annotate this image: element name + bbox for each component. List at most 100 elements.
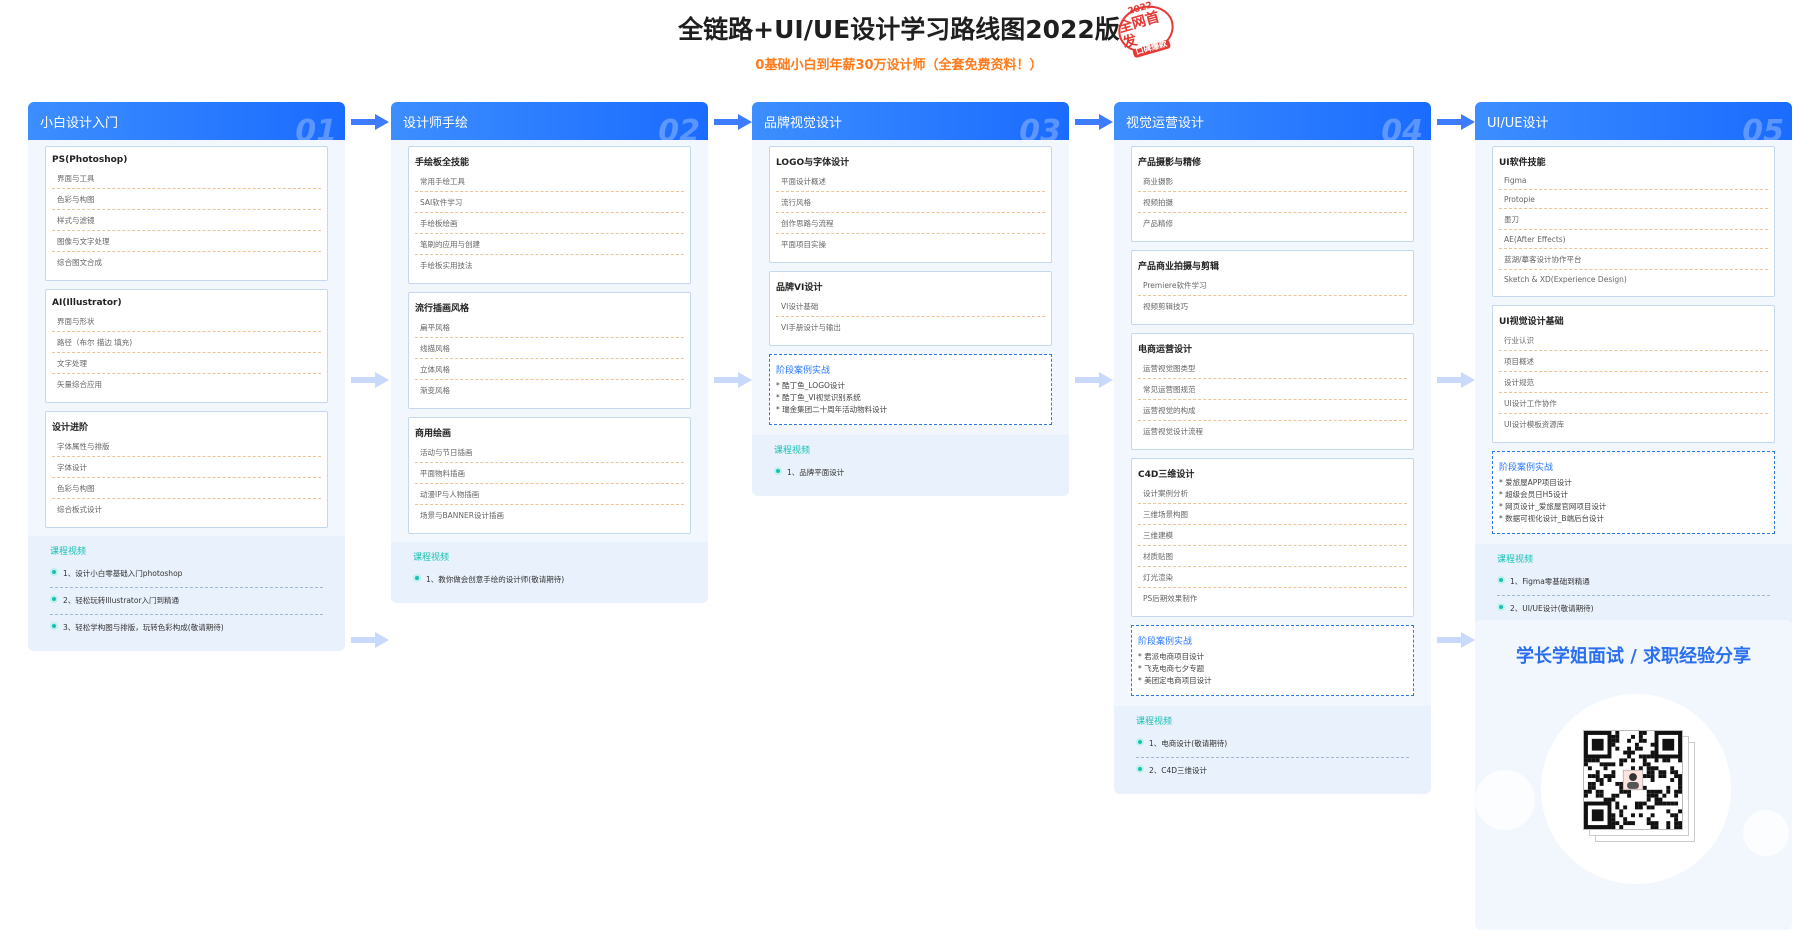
course-video-link[interactable]: 2、轻松玩转Illustrator入门到精通 [50,588,323,615]
practice-item: * 飞克电商七夕专题 [1138,664,1205,673]
course-video-label: 2、C4D三维设计 [1149,766,1208,775]
stage-column-1: 小白设计入门 01 PS(Photoshop) 界面与工具 色彩与构图 样式与滤镜 图像与文… [28,102,345,651]
topic-item: 扁平风格 [415,317,684,338]
topic-item: 创作思路与流程 [776,213,1045,234]
topic-item: 设计规范 [1499,372,1768,393]
topic-item: 路径（布尔 描边 填充) [52,332,321,353]
practice-title: 阶段案例实战 [1138,637,1193,647]
stage-body: 手绘板全技能 常用手绘工具 SAI软件学习 手绘板绘画 笔刷的应用与创建 手绘板实用技法流… [391,140,708,603]
stage-title: 视觉运营设计 [1126,116,1205,131]
topic-item: 平面设计概述 [776,171,1045,192]
course-video-label: 1、Figma零基础到精通 [1510,577,1590,586]
bubble-decoration [1475,770,1535,830]
stage-header: 小白设计入门 01 [28,102,345,140]
course-videos: 课程视频 1、品牌平面设计 [752,435,1069,496]
skill-module: 产品商业拍摄与剪辑 Premiere软件学习 视频剪辑技巧 [1131,250,1414,325]
stage-title: UI/UE设计 [1487,116,1549,131]
course-video-link[interactable]: 1、品牌平面设计 [774,460,1047,486]
topic-item: 常用手绘工具 [415,171,684,192]
course-video-label: 1、教你做会创意手绘的设计师(敬请期待) [426,575,565,584]
bubble-decoration [1743,810,1789,856]
topic-item: 场景与BANNER设计插画 [420,511,504,520]
topic-item: 活动与节日插画 [415,442,684,463]
interview-share-panel: 学长学姐面试 / 求职经验分享 [1475,620,1792,930]
topic-item: 运营视觉的构成 [1138,400,1407,421]
practice-item: * 酷丁鱼_VI视觉识别系统 [776,393,861,402]
course-video-link[interactable]: 2、C4D三维设计 [1136,758,1409,784]
course-video-label: 2、UI/UE设计(敬请期待) [1510,604,1594,613]
topic-item: 行业认识 [1499,330,1768,351]
stage-body: PS(Photoshop) 界面与工具 色彩与构图 样式与滤镜 图像与文字处理 综合图文合… [28,140,345,651]
topic-item: 字体属性与排版 [52,436,321,457]
flow-arrow-icon [351,372,389,388]
course-video-link[interactable]: 1、Figma零基础到精通 [1497,569,1770,596]
course-videos-title: 课程视频 [413,553,450,563]
course-video-label: 2、轻松玩转Illustrator入门到精通 [63,596,180,605]
topic-item: 字体设计 [52,457,321,478]
topic-item: 文字处理 [52,353,321,374]
stage-title: 设计师手绘 [403,116,469,131]
bullet-dot-icon [774,467,782,475]
course-videos-title: 课程视频 [1497,555,1534,565]
module-title: C4D三维设计 [1138,470,1195,480]
skill-module: AI(Illustrator) 界面与形状 路径（布尔 描边 填充) 文字处理 矢量综合… [45,289,328,403]
stage-body: 产品摄影与精修 商业摄影 视频拍摄 产品精修 产品商业拍摄与剪辑 Premiere软件学习… [1114,140,1431,794]
module-title: 流行插画风格 [415,304,470,314]
topic-item: 色彩与构图 [52,189,321,210]
flow-arrow-icon [1437,372,1475,388]
topic-item: 动漫IP与人物插画 [415,484,684,505]
module-title: 设计进阶 [52,423,89,433]
topic-item: VI设计基础 [776,296,1045,317]
stage-number: 05 [1742,114,1784,140]
topic-item: 线描风格 [415,338,684,359]
practice-title: 阶段案例实战 [776,366,831,376]
practice-item: * 美团定电商项目设计 [1138,676,1212,685]
course-video-label: 1、设计小白零基础入门photoshop [63,569,183,578]
topic-item: 运营视觉图类型 [1138,358,1407,379]
flow-arrow-icon [714,114,752,130]
course-videos-title: 课程视频 [50,547,87,557]
course-video-link[interactable]: 3、轻松学构图与排版，玩转色彩构成(敬请期待) [50,615,323,641]
stage-number: 04 [1381,114,1423,140]
bullet-dot-icon [1497,576,1505,584]
skill-module: 商用绘画 活动与节日插画 平面物料插画 动漫IP与人物插画 场景与BANNER设计插画 [408,417,691,534]
course-video-label: 1、品牌平面设计 [787,468,845,477]
skill-module: 手绘板全技能 常用手绘工具 SAI软件学习 手绘板绘画 笔刷的应用与创建 手绘板实用技法 [408,146,691,284]
course-videos-title: 课程视频 [1136,717,1173,727]
flow-arrow-icon [714,372,752,388]
module-title: UI视觉设计基础 [1499,317,1564,327]
skill-module: 品牌VI设计 VI设计基础 VI手册设计与输出 [769,271,1052,346]
topic-item: Premiere软件学习 [1138,275,1407,296]
course-video-link[interactable]: 1、电商设计(敬请期待) [1136,731,1409,758]
topic-item: 手绘板绘画 [415,213,684,234]
stage-column-5: UI/UE设计 05 UI软件技能 Figma Protopie 墨刀 AE(After E… [1475,102,1792,632]
course-video-link[interactable]: 1、设计小白零基础入门photoshop [50,561,323,588]
stage-title: 品牌视觉设计 [764,116,843,131]
module-title: 产品商业拍摄与剪辑 [1138,262,1220,272]
stage-header: 设计师手绘 02 [391,102,708,140]
course-videos: 课程视频 1、设计小白零基础入门photoshop 2、轻松玩转Illustrato… [28,536,345,651]
flow-arrow-icon [351,114,389,130]
skill-module: LOGO与字体设计 平面设计概述 流行风格 创作思路与流程 平面项目实操 [769,146,1052,263]
topic-item: 界面与形状 [52,311,321,332]
topic-item: 手绘板实用技法 [420,261,473,270]
topic-item: 三维建模 [1138,525,1407,546]
course-videos: 课程视频 1、电商设计(敬请期待) 2、C4D三维设计 [1114,706,1431,794]
practice-item: * 数据可视化设计_B端后台设计 [1499,514,1605,523]
stage-header: 视觉运营设计 04 [1114,102,1431,140]
topic-item: UI设计工作协作 [1499,393,1768,414]
course-video-link[interactable]: 2、UI/UE设计(敬请期待) [1497,596,1770,622]
stage-column-3: 品牌视觉设计 03 LOGO与字体设计 平面设计概述 流行风格 创作思路与流程 平面项目实操… [752,102,1069,496]
topic-item: 平面物料插画 [415,463,684,484]
topic-item: 平面项目实操 [781,240,826,249]
practice-cases: 阶段案例实战 * 君派电商项目设计 * 飞克电商七夕专题 * 美团定电商项目设计 [1131,625,1414,696]
topic-item: 常见运营图规范 [1138,379,1407,400]
topic-item: Sketch & XD(Experience Design) [1504,275,1627,284]
topic-item: 样式与滤镜 [52,210,321,231]
topic-item: 材质贴图 [1138,546,1407,567]
skill-module: C4D三维设计 设计案例分析 三维场景构图 三维建模 材质贴图 灯光渲染 PS后期效果制作 [1131,458,1414,617]
bullet-dot-icon [50,568,58,576]
course-video-link[interactable]: 1、教你做会创意手绘的设计师(敬请期待) [413,567,686,593]
bullet-dot-icon [50,595,58,603]
skill-module: 电商运营设计 运营视觉图类型 常见运营图规范 运营视觉的构成 运营视觉设计流程 [1131,333,1414,450]
